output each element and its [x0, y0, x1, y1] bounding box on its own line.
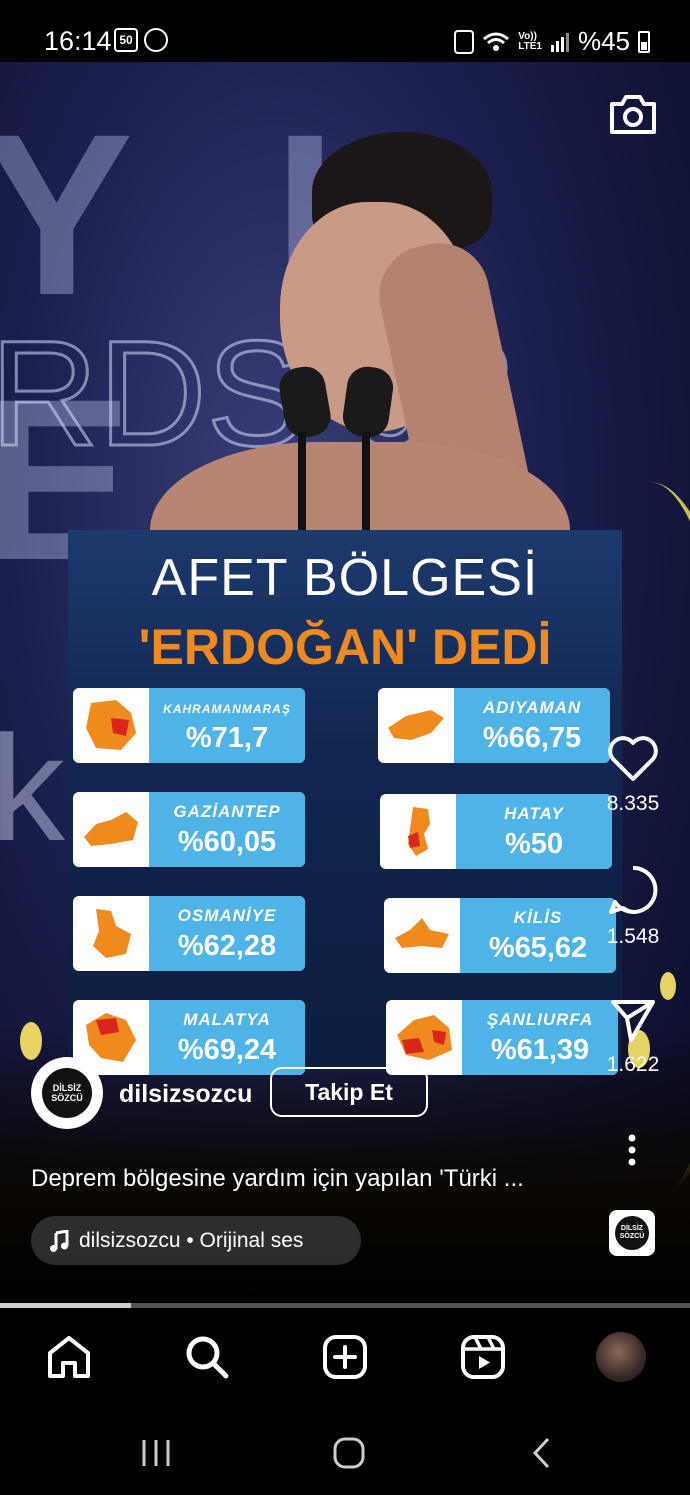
- recents-icon[interactable]: [140, 1438, 172, 1468]
- post-caption[interactable]: Deprem bölgesine yardım için yapılan 'Tü…: [31, 1165, 524, 1193]
- region-name: HATAY: [504, 804, 564, 823]
- follow-button[interactable]: Takip Et: [270, 1067, 428, 1117]
- like-action[interactable]: 8.335: [598, 735, 668, 816]
- battery-icon: [638, 30, 650, 53]
- stage-backdrop-lower: k: [0, 704, 65, 872]
- status-bar: 16:14 50 Vo)) LTE1 %45: [0, 0, 690, 62]
- region-name: ADIYAMAN: [482, 698, 582, 717]
- nav-home[interactable]: [44, 1332, 94, 1382]
- audio-label: dilsizsozcu • Orijinal ses: [79, 1228, 304, 1252]
- audio-link[interactable]: dilsizsozcu • Orijinal ses: [31, 1216, 361, 1265]
- region-name: OSMANİYE: [177, 906, 277, 925]
- avatar-logo: DİLSİZ SÖZCÜ: [42, 1068, 92, 1118]
- region-name: GAZİANTEP: [173, 802, 281, 821]
- volte-label: Vo)): [518, 30, 537, 42]
- heart-icon[interactable]: [607, 735, 659, 783]
- account-username[interactable]: dilsizsozcu: [119, 1080, 252, 1109]
- home-circle-icon[interactable]: [332, 1436, 366, 1470]
- reels-icon[interactable]: [460, 1334, 506, 1380]
- region-map: [388, 710, 444, 740]
- send-icon[interactable]: [609, 996, 657, 1044]
- camera-icon[interactable]: [608, 92, 658, 136]
- back-icon[interactable]: [530, 1436, 554, 1470]
- comment-count: 1.548: [606, 925, 660, 948]
- search-icon[interactable]: [184, 1334, 230, 1380]
- region-map: [397, 1015, 452, 1060]
- region-map: [84, 812, 138, 846]
- region-card: GAZİANTEP %60,05: [73, 792, 305, 867]
- reel-video[interactable]: Y L E RDS 02 k AFET BÖLGESİ 'ERDOĞAN' DE…: [0, 62, 690, 1305]
- region-card: ŞANLIURFA %61,39: [386, 1000, 618, 1075]
- region-name: KİLİS: [513, 908, 563, 927]
- speed-limit-icon: 50: [114, 28, 138, 52]
- election-infographic: AFET BÖLGESİ 'ERDOĞAN' DEDİ KAHRAMANMARA…: [68, 530, 622, 1075]
- region-name: ŞANLIURFA: [486, 1010, 594, 1029]
- stage-light: [20, 1022, 42, 1060]
- signal-icon: [550, 32, 569, 52]
- region-value: %66,75: [482, 722, 582, 754]
- whatsapp-icon: [144, 28, 168, 52]
- nav-search[interactable]: [182, 1332, 232, 1382]
- region-value: %60,05: [177, 826, 277, 858]
- account-avatar[interactable]: DİLSİZ SÖZCÜ: [31, 1057, 103, 1129]
- region-map: [395, 918, 449, 948]
- region-map: [93, 909, 131, 958]
- share-action[interactable]: 1.622: [598, 996, 668, 1077]
- region-card: ADIYAMAN %66,75: [378, 688, 610, 763]
- region-value: %50: [504, 828, 564, 860]
- audio-thumb-logo: DİLSİZ SÖZCÜ: [615, 1216, 649, 1250]
- region-card: HATAY %50: [380, 794, 612, 869]
- region-map: [408, 807, 430, 856]
- nav-create[interactable]: [320, 1332, 370, 1382]
- audio-thumbnail[interactable]: DİLSİZ SÖZCÜ: [609, 1210, 655, 1256]
- region-value: %61,39: [490, 1034, 590, 1066]
- region-name: MALATYA: [183, 1010, 271, 1029]
- share-count: 1.622: [606, 1053, 660, 1076]
- battery-percent: %45: [577, 26, 630, 56]
- bottom-navigation: [0, 1308, 690, 1408]
- add-icon[interactable]: [322, 1334, 368, 1380]
- infographic-subtitle: 'ERDOĞAN' DEDİ: [138, 619, 552, 675]
- comment-icon[interactable]: [607, 864, 659, 916]
- home-icon[interactable]: [46, 1335, 92, 1379]
- music-note-icon: [50, 1229, 69, 1252]
- region-card: KİLİS %65,62: [384, 898, 616, 973]
- screenshot-icon: [454, 29, 475, 54]
- region-name: KAHRAMANMARAŞ: [163, 702, 291, 716]
- region-card: KAHRAMANMARAŞ %71,7: [73, 688, 305, 763]
- region-map: [86, 1013, 136, 1062]
- status-time: 16:14: [44, 26, 112, 56]
- wifi-icon: [483, 32, 510, 51]
- region-value: %71,7: [185, 722, 269, 754]
- region-value: %65,62: [488, 932, 588, 964]
- nav-reels[interactable]: [458, 1332, 508, 1382]
- nav-profile-avatar[interactable]: [596, 1332, 646, 1382]
- region-map: [86, 700, 136, 750]
- region-card: OSMANİYE %62,28: [73, 896, 305, 971]
- more-icon[interactable]: [622, 1134, 642, 1166]
- region-value: %62,28: [177, 930, 277, 962]
- like-count: 8.335: [606, 792, 660, 815]
- region-value: %69,24: [177, 1034, 277, 1066]
- system-navigation-bar: [0, 1408, 690, 1495]
- region-card: MALATYA %69,24: [73, 1000, 305, 1075]
- comment-action[interactable]: 1.548: [598, 864, 668, 949]
- lte-label: LTE1: [518, 40, 542, 52]
- infographic-title: AFET BÖLGESİ: [151, 549, 539, 607]
